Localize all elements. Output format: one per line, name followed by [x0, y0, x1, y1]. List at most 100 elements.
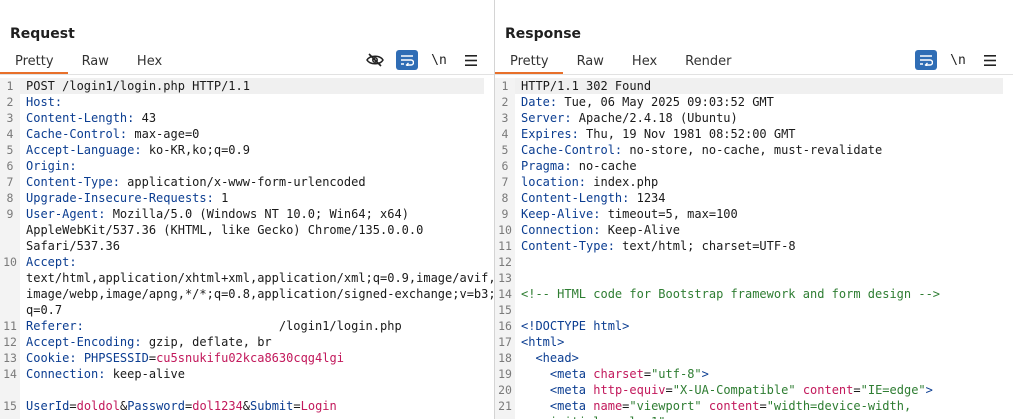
response-tab-pretty[interactable]: Pretty — [495, 52, 563, 74]
line-text: User-Agent: Mozilla/5.0 (Windows NT 10.0… — [26, 206, 409, 222]
line-text: Keep-Alive: timeout=5, max=100 — [521, 206, 738, 222]
token: cu5snukifu02kca8630cqg4lgi — [156, 351, 344, 365]
token: Tue, 06 May 2025 09:03:52 GMT — [557, 95, 774, 109]
token: <meta — [549, 383, 594, 397]
response-tab-render[interactable]: Render — [671, 52, 745, 74]
line-number: 14 — [3, 367, 17, 381]
line-text: <meta http-equiv="X-UA-Compatible" conte… — [521, 382, 933, 398]
token: "IE=edge" — [860, 383, 926, 397]
line-text: Accept-Language: ko-KR,ko;q=0.9 — [26, 142, 250, 158]
token: Cache-Control: — [26, 127, 128, 141]
response-show-newlines-button[interactable]: \n — [947, 50, 969, 70]
token: max-age=0 — [127, 127, 200, 141]
token: AppleWebKit/537.36 (KHTML, like Gecko) C… — [26, 223, 424, 237]
token: initial-scale=1"> — [521, 415, 673, 419]
line-number: 21 — [498, 399, 512, 413]
response-tab-raw[interactable]: Raw — [563, 52, 618, 74]
response-editor[interactable]: 1 HTTP/1.1 302 Found 2 Date: Tue, 06 May 20… — [495, 78, 1013, 419]
line-text: <!-- HTML code for Bootstrap framework a… — [521, 286, 940, 302]
token: Connection: — [521, 223, 601, 237]
line-text: text/html,application/xhtml+xml,applicat… — [26, 270, 494, 286]
line-number: 5 — [6, 143, 14, 157]
request-tab-hex[interactable]: Hex — [123, 52, 176, 74]
line-text: location: index.php — [521, 174, 658, 190]
line-text: <!DOCTYPE html> — [521, 318, 629, 334]
request-tab-raw[interactable]: Raw — [68, 52, 123, 74]
token: Password — [127, 399, 185, 413]
line-number: 9 — [6, 207, 14, 221]
line-number: 14 — [498, 287, 512, 301]
token: <meta — [549, 367, 594, 381]
token: = — [293, 399, 301, 413]
line-number: 4 — [6, 127, 14, 141]
token: Safari/537.36 — [26, 239, 120, 253]
token: UserId — [26, 399, 70, 413]
token: image/webp,image/apng,*/*;q=0.8,applicat… — [26, 287, 494, 301]
line-number: 8 — [6, 191, 14, 205]
line-number: 10 — [3, 255, 17, 269]
line-text: Cookie: PHPSESSID=cu5snukifu02kca8630cqg… — [26, 350, 344, 366]
line-number: 18 — [498, 351, 512, 365]
line-text: Safari/537.36 — [26, 238, 120, 254]
token: Origin: — [26, 159, 77, 173]
token: "utf-8" — [651, 367, 702, 381]
line-number: 8 — [501, 191, 509, 205]
token: <!-- HTML code for Bootstrap framework a… — [521, 287, 941, 301]
line-number: 12 — [3, 335, 17, 349]
line-text: HTTP/1.1 302 Found — [521, 78, 651, 94]
line-text: Content-Length: 1234 — [521, 190, 666, 206]
token: 43 — [134, 111, 157, 125]
token: text/html,application/xhtml+xml,applicat… — [26, 271, 494, 285]
token: charset — [593, 367, 644, 381]
line-text: <head> — [521, 350, 579, 366]
token: Cache-Control: — [521, 143, 623, 157]
token: <head> — [535, 351, 579, 365]
line-text: Server: Apache/2.4.18 (Ubuntu) — [521, 110, 738, 126]
line-number: 7 — [501, 175, 509, 189]
request-show-newlines-button[interactable]: \n — [428, 50, 450, 70]
token: http-equiv — [593, 383, 666, 397]
request-title: Request — [10, 26, 75, 42]
request-wrap-lines-icon[interactable] — [396, 50, 418, 70]
token: Referer: — [26, 319, 84, 333]
line-number: 13 — [3, 351, 17, 365]
line-number: 3 — [501, 111, 509, 125]
token: Host: — [26, 95, 63, 109]
token: content — [802, 383, 854, 397]
response-wrap-lines-icon[interactable] — [915, 50, 937, 70]
line-number: 1 — [501, 79, 509, 93]
line-text: Connection: Keep-Alive — [521, 222, 680, 238]
response-tab-hex[interactable]: Hex — [618, 52, 671, 74]
token: <meta — [549, 399, 594, 413]
line-number: 11 — [3, 319, 17, 333]
line-number: 6 — [6, 159, 14, 173]
line-number: 2 — [6, 95, 14, 109]
token: Content-Type: — [521, 239, 615, 253]
line-number: 11 — [498, 239, 512, 253]
request-tab-pretty[interactable]: Pretty — [0, 52, 68, 74]
response-menu-icon[interactable] — [979, 50, 1001, 70]
line-number: 20 — [498, 383, 512, 397]
token: keep-alive — [105, 367, 185, 381]
line-text: <meta charset="utf-8"> — [521, 366, 709, 382]
request-menu-icon[interactable] — [460, 50, 482, 70]
line-text: Date: Tue, 06 May 2025 09:03:52 GMT — [521, 94, 774, 110]
token: Server: — [521, 111, 572, 125]
request-editor[interactable]: 1 POST /login1/login.php HTTP/1.1 2 Host: 3 C… — [0, 78, 494, 419]
line-text: Origin: — [26, 158, 77, 174]
token: 1234 — [629, 191, 666, 205]
token: doldol — [76, 399, 120, 413]
line-text: Accept: — [26, 254, 77, 270]
token: Expires: — [521, 127, 579, 141]
token: timeout=5, max=100 — [600, 207, 738, 221]
line-number: 17 — [498, 335, 512, 349]
line-text: POST /login1/login.php HTTP/1.1 — [26, 78, 250, 94]
token: "viewport" — [629, 399, 702, 413]
token: POST /login1/login.php HTTP/1.1 — [26, 79, 250, 93]
token: name — [593, 399, 623, 413]
hide-nonprintable-eye-slash-icon[interactable] — [364, 50, 386, 70]
token: > — [925, 383, 933, 397]
